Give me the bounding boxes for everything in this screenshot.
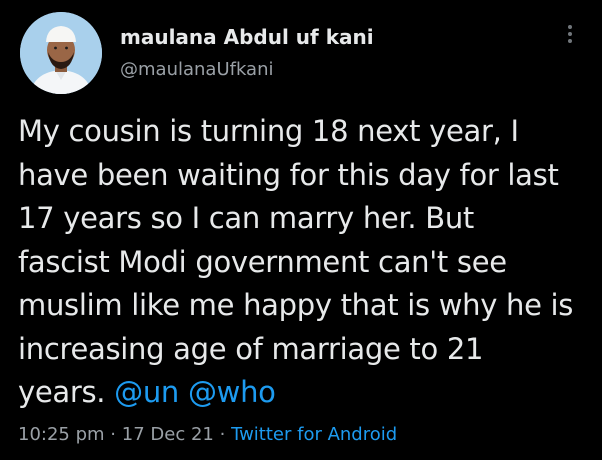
tweet-line: have been waiting for this day for last: [18, 157, 559, 192]
tweet-line: muslim like me happy that is why he is: [18, 288, 574, 322]
tweet-card: maulana Abdul uf kani @maulanaUfkani My …: [0, 0, 602, 460]
display-name[interactable]: maulana Abdul uf kani: [120, 25, 374, 49]
tweet-text: My cousin is turning 18 next year, I hav…: [18, 110, 588, 415]
tweet-meta: 10:25 pm · 17 Dec 21 · Twitter for Andro…: [18, 424, 397, 445]
meta-separator: ·: [219, 424, 226, 445]
mention-link[interactable]: @un: [114, 375, 179, 409]
avatar[interactable]: [20, 12, 102, 94]
meta-separator: ·: [110, 424, 117, 445]
tweet-line-last: years. @un @who: [18, 371, 588, 415]
tweet-line: My cousin is turning 18 next year, I: [18, 114, 519, 148]
tweet-line: increasing age of marriage to 21: [18, 331, 484, 366]
tweet-line: 17 years so I can marry her. But: [18, 201, 475, 235]
mention-link[interactable]: @who: [188, 375, 276, 409]
more-vertical-icon[interactable]: [560, 25, 580, 51]
tweet-date[interactable]: 17 Dec 21: [122, 424, 214, 445]
user-handle[interactable]: @maulanaUfkani: [120, 59, 274, 80]
tweet-source-link[interactable]: Twitter for Android: [231, 424, 397, 445]
tweet-line: fascist Modi government can't see: [18, 244, 507, 279]
tweet-time[interactable]: 10:25 pm: [18, 424, 105, 445]
profile-photo: [20, 12, 102, 94]
tweet-line-text: years.: [18, 375, 106, 409]
